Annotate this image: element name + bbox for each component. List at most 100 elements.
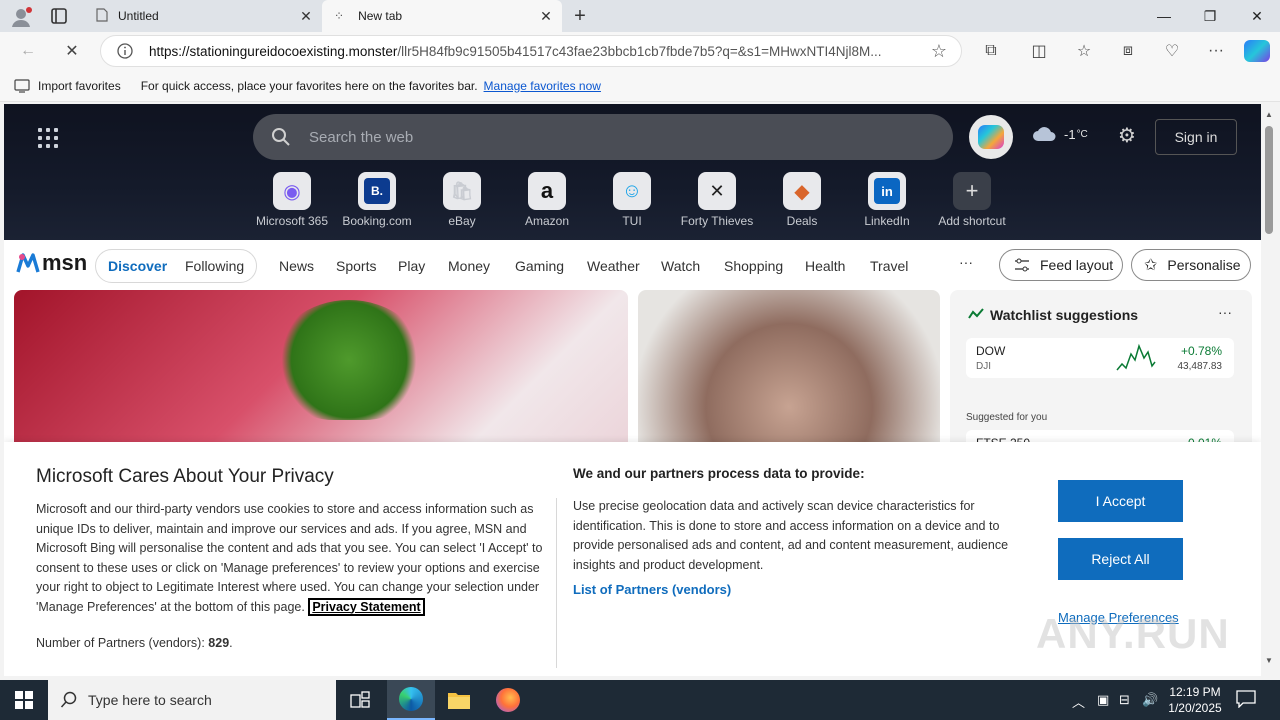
page-scrollbar[interactable]: ▲ ▼ bbox=[1261, 104, 1280, 676]
tab-new-tab[interactable]: ⁘ New tab ✕ bbox=[322, 0, 562, 32]
nav-play[interactable]: Play bbox=[398, 258, 425, 274]
nav-travel[interactable]: Travel bbox=[870, 258, 908, 274]
weather-temp: -1 bbox=[1064, 126, 1076, 142]
nav-weather[interactable]: Weather bbox=[587, 258, 640, 274]
scroll-down-icon[interactable]: ▼ bbox=[1265, 656, 1273, 665]
stock-price: 43,487.83 bbox=[1177, 361, 1223, 372]
watchlist-more-icon[interactable]: ··· bbox=[1218, 304, 1232, 320]
shortcut-add[interactable]: + Add shortcut bbox=[932, 172, 1012, 228]
firefox-icon[interactable] bbox=[484, 680, 532, 720]
task-view-icon[interactable] bbox=[336, 680, 384, 720]
list-of-partners-link[interactable]: List of Partners (vendors) bbox=[573, 582, 731, 597]
shortcut-label: Add shortcut bbox=[938, 214, 1006, 228]
tab-untitled[interactable]: Untitled ✕ bbox=[84, 0, 322, 32]
reject-all-button[interactable]: Reject All bbox=[1058, 538, 1183, 580]
collections-icon[interactable]: ⧈ bbox=[1114, 38, 1142, 64]
amazon-icon: a bbox=[528, 172, 566, 210]
more-options-icon[interactable]: ··· bbox=[1202, 38, 1230, 64]
copilot-button[interactable] bbox=[969, 115, 1013, 159]
shortcut-microsoft-365[interactable]: ◉ Microsoft 365 bbox=[252, 172, 332, 228]
tui-icon: ☺ bbox=[613, 172, 651, 210]
import-favorites-icon[interactable] bbox=[14, 78, 30, 93]
shortcut-booking[interactable]: B. Booking.com bbox=[337, 172, 417, 228]
notifications-icon[interactable] bbox=[1236, 690, 1258, 710]
network-device-icon[interactable]: ▣ bbox=[1097, 692, 1109, 708]
shortcut-amazon[interactable]: a Amazon bbox=[507, 172, 587, 228]
tab-actions-icon[interactable] bbox=[50, 7, 70, 25]
personalise-button[interactable]: ✩ Personalise bbox=[1131, 249, 1251, 281]
new-tab-button[interactable]: + bbox=[568, 4, 592, 28]
taskbar-search-placeholder: Type here to search bbox=[88, 692, 212, 708]
nav-health[interactable]: Health bbox=[805, 258, 845, 274]
back-icon[interactable]: ← bbox=[14, 38, 42, 64]
shortcut-ebay[interactable]: 🛍 eBay bbox=[422, 172, 502, 228]
nav-news[interactable]: News bbox=[279, 258, 314, 274]
shortcut-linkedin[interactable]: in LinkedIn bbox=[847, 172, 927, 228]
tab-discover[interactable]: Discover bbox=[108, 258, 167, 274]
import-favorites-button[interactable]: Import favorites bbox=[38, 79, 121, 93]
plus-icon: + bbox=[953, 172, 991, 210]
edge-taskbar-icon[interactable] bbox=[387, 680, 435, 720]
msn-logo-text: msn bbox=[42, 250, 88, 275]
privacy-statement-link[interactable]: Privacy Statement bbox=[308, 597, 425, 616]
split-screen-icon[interactable]: ◫ bbox=[1025, 38, 1053, 64]
shortcut-forty-thieves[interactable]: ✕ Forty Thieves bbox=[677, 172, 757, 228]
taskbar-search[interactable]: Type here to search bbox=[48, 680, 336, 720]
scroll-up-icon[interactable]: ▲ bbox=[1265, 110, 1273, 119]
divider bbox=[556, 498, 557, 668]
nav-money[interactable]: Money bbox=[448, 258, 490, 274]
weather-widget[interactable]: -1 °C bbox=[1032, 126, 1088, 142]
msn-page: Search the web -1 °C ⚙ Sign in ◉ Microso… bbox=[4, 104, 1261, 676]
settings-gear-icon[interactable]: ⚙ bbox=[1115, 124, 1139, 148]
shortcut-label: TUI bbox=[622, 214, 642, 228]
anyrun-watermark: ANY.RUN bbox=[1036, 610, 1230, 657]
start-button[interactable] bbox=[0, 680, 48, 720]
stop-loading-icon[interactable]: ✕ bbox=[58, 38, 86, 64]
stock-row-dow[interactable]: DOW DJI +0.78% 43,487.83 bbox=[966, 338, 1234, 378]
close-tab-icon[interactable]: ✕ bbox=[538, 8, 554, 24]
tray-chevron-icon[interactable]: ︿ bbox=[1072, 692, 1085, 711]
url-text: https://stationingureidocoexisting.monst… bbox=[149, 44, 919, 59]
shortcut-label: Forty Thieves bbox=[680, 214, 754, 228]
favorite-star-icon[interactable]: ☆ bbox=[931, 41, 947, 62]
sign-in-button[interactable]: Sign in bbox=[1155, 119, 1237, 155]
accept-button[interactable]: I Accept bbox=[1058, 480, 1183, 522]
scroll-thumb[interactable] bbox=[1265, 126, 1273, 234]
nav-gaming[interactable]: Gaming bbox=[515, 258, 564, 274]
msn-logo[interactable]: msn bbox=[16, 250, 87, 276]
profile-icon[interactable] bbox=[10, 6, 32, 28]
performance-icon[interactable]: ♡ bbox=[1158, 38, 1186, 64]
stock-ticker: DJI bbox=[976, 361, 991, 372]
close-tab-icon[interactable]: ✕ bbox=[298, 8, 314, 24]
info-icon[interactable] bbox=[117, 43, 133, 59]
tab-following[interactable]: Following bbox=[185, 258, 244, 274]
extensions-icon[interactable]: ⧉ bbox=[977, 38, 1005, 64]
search-box[interactable]: Search the web bbox=[253, 114, 953, 160]
taskbar-clock[interactable]: 12:19 PM 1/20/2025 bbox=[1166, 684, 1224, 716]
sparkle-icon: ✩ bbox=[1144, 257, 1158, 274]
volume-icon[interactable]: 🔊 bbox=[1142, 692, 1158, 708]
address-bar[interactable]: https://stationingureidocoexisting.monst… bbox=[100, 35, 962, 67]
feed-layout-button[interactable]: Feed layout bbox=[999, 249, 1123, 281]
nav-watch[interactable]: Watch bbox=[661, 258, 700, 274]
url-host: https://stationingureidocoexisting.monst… bbox=[149, 44, 398, 59]
file-explorer-icon[interactable] bbox=[435, 680, 483, 720]
close-window-button[interactable]: ✕ bbox=[1234, 0, 1280, 32]
manage-favorites-link[interactable]: Manage favorites now bbox=[484, 79, 601, 93]
navigation-bar: ← ✕ https://stationingureidocoexisting.m… bbox=[0, 32, 1280, 70]
copilot-icon[interactable] bbox=[1244, 40, 1270, 62]
apps-grid-icon[interactable] bbox=[38, 128, 58, 148]
booking-icon: B. bbox=[358, 172, 396, 210]
minimize-button[interactable]: — bbox=[1141, 0, 1187, 32]
shortcut-deals[interactable]: ◆ Deals bbox=[762, 172, 842, 228]
search-icon bbox=[271, 127, 291, 147]
search-icon bbox=[60, 691, 78, 709]
edge-icon bbox=[399, 687, 423, 711]
network-icon[interactable]: ⊟ bbox=[1119, 692, 1130, 708]
nav-shopping[interactable]: Shopping bbox=[724, 258, 783, 274]
restore-button[interactable]: ❐ bbox=[1187, 0, 1233, 32]
nav-sports[interactable]: Sports bbox=[336, 258, 376, 274]
favorites-icon[interactable]: ☆ bbox=[1070, 38, 1098, 64]
shortcut-tui[interactable]: ☺ TUI bbox=[592, 172, 672, 228]
nav-more-icon[interactable]: ··· bbox=[959, 254, 973, 270]
